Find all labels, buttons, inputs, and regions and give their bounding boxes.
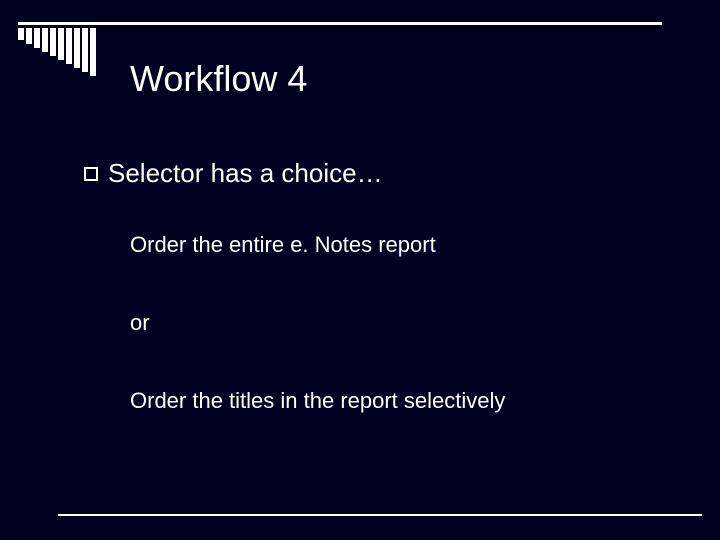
body-line-1: Order the entire e. Notes report (130, 232, 436, 258)
body-line-or: or (130, 310, 150, 336)
bottom-divider (58, 514, 702, 516)
bullet-item: Selector has a choice… (84, 158, 383, 189)
top-divider (18, 22, 662, 25)
body-line-2: Order the titles in the report selective… (130, 388, 505, 414)
decorative-bars-icon (18, 28, 96, 76)
slide: Workflow 4 Selector has a choice… Order … (0, 0, 720, 540)
slide-title: Workflow 4 (130, 58, 307, 100)
bullet-text: Selector has a choice… (108, 158, 383, 189)
square-bullet-icon (84, 167, 98, 181)
